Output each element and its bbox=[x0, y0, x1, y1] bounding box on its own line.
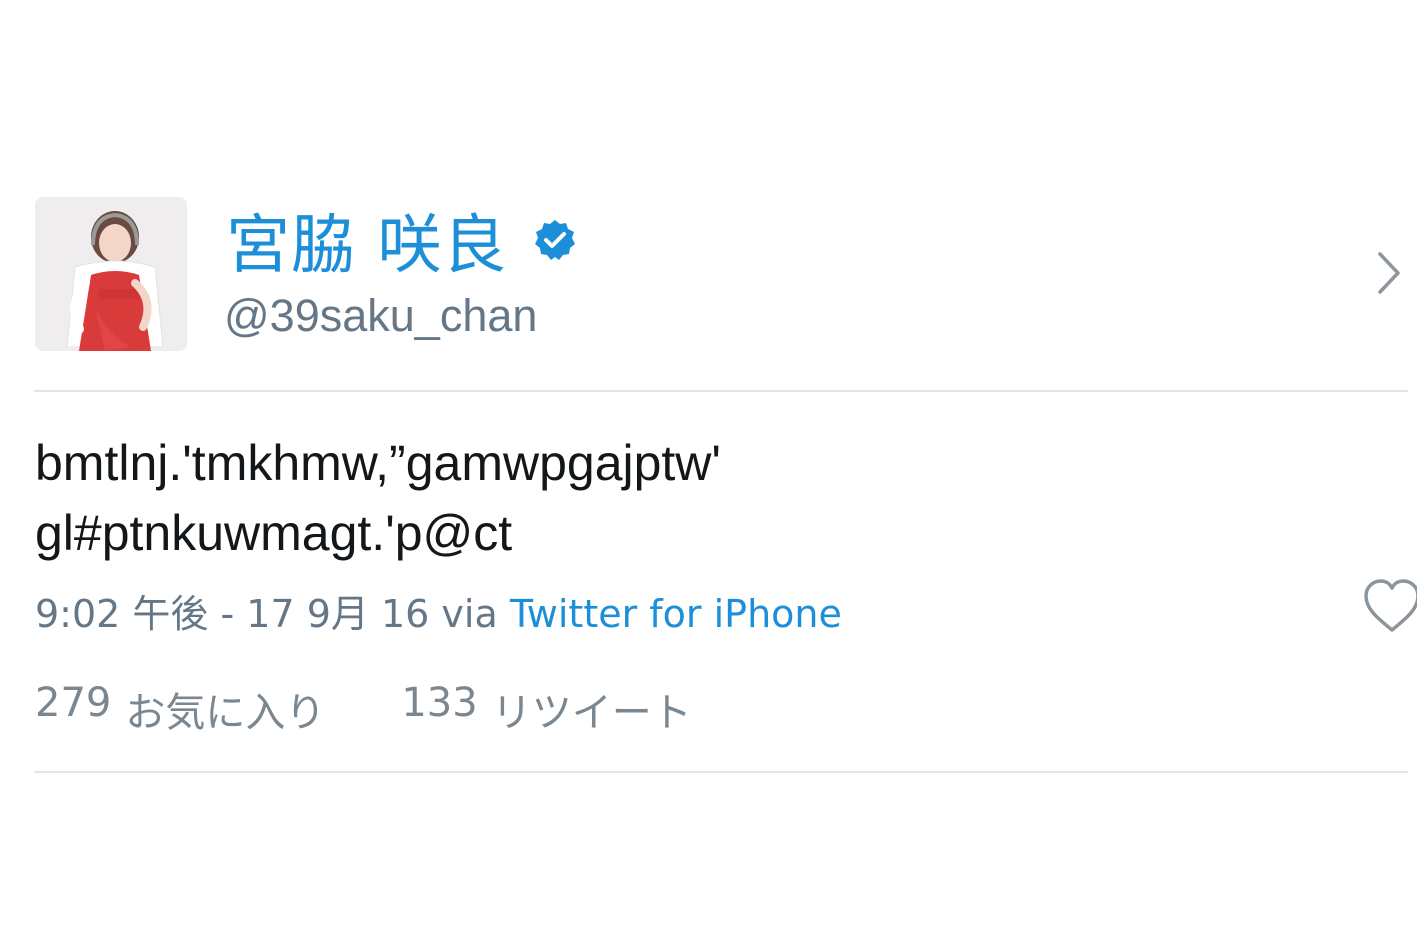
tweet-stats: 279 お気に入り 133 リツイート bbox=[35, 680, 692, 738]
favorites-stat[interactable]: 279 お気に入り bbox=[35, 680, 325, 738]
verified-badge-icon bbox=[535, 220, 576, 260]
retweets-count: 133 bbox=[401, 680, 478, 726]
avatar[interactable] bbox=[35, 197, 187, 351]
divider bbox=[34, 390, 1408, 392]
tweet-text-line-2: gl#ptnkuwmagt.'p@ct bbox=[35, 505, 513, 561]
source-link[interactable]: Twitter for iPhone bbox=[510, 592, 842, 636]
divider bbox=[34, 771, 1408, 773]
via-label: via bbox=[441, 592, 498, 636]
display-name-row: 宮脇 咲良 bbox=[226, 200, 577, 283]
retweets-stat[interactable]: 133 リツイート bbox=[401, 680, 691, 738]
tweet-text-line-1: bmtlnj.'tmkhmw,”gamwpgajptw' bbox=[35, 435, 721, 491]
retweets-label: リツイート bbox=[491, 690, 692, 736]
favorites-label: お気に入り bbox=[125, 690, 326, 736]
favorites-count: 279 bbox=[35, 680, 112, 726]
tweet-meta: 9:02 午後 - 17 9月 16 via Twitter for iPhon… bbox=[35, 583, 842, 638]
tweet-text: bmtlnj.'tmkhmw,”gamwpgajptw' gl#ptnkuwma… bbox=[35, 428, 1235, 568]
display-name[interactable]: 宮脇 咲良 bbox=[226, 194, 507, 286]
user-handle[interactable]: @39saku_chan bbox=[224, 290, 537, 342]
chevron-right-icon[interactable] bbox=[1374, 250, 1404, 296]
heart-icon[interactable] bbox=[1362, 578, 1417, 636]
tweet-header[interactable]: 宮脇 咲良 @39saku_chan bbox=[0, 0, 1417, 392]
tweet-timestamp[interactable]: 9:02 午後 - 17 9月 16 bbox=[35, 592, 429, 636]
